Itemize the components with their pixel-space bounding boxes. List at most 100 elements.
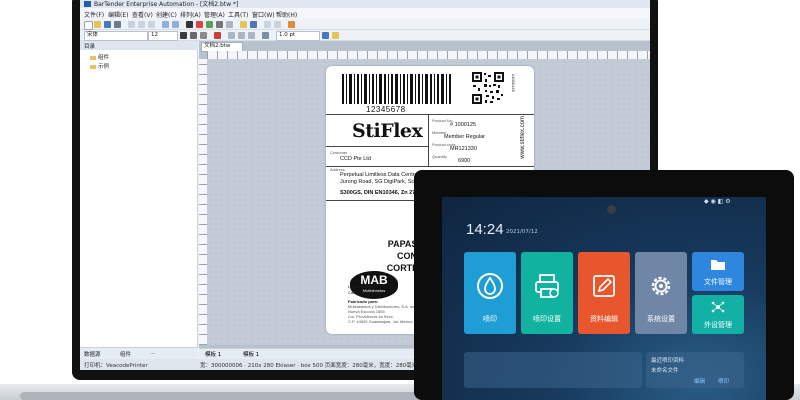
bold-icon[interactable] <box>180 32 187 39</box>
tile-system-settings[interactable]: 系统设置 <box>635 252 687 334</box>
page-status: 宽：300000006 · 210x 280 Eklaser · box 500… <box>200 363 418 369</box>
label-divider <box>326 166 534 167</box>
menu-view[interactable]: 查看(V) <box>132 10 153 19</box>
tile-file-manager[interactable]: 文件管理 <box>692 252 744 291</box>
clock-date: 2021/07/12 <box>506 229 538 235</box>
label-divider <box>428 114 429 166</box>
edit-icon <box>593 275 615 297</box>
member-value: Member Regular <box>444 134 485 140</box>
app-logo-icon <box>84 1 91 7</box>
italic-icon[interactable] <box>190 32 197 39</box>
qr-side-text: #1000125 <box>511 74 516 92</box>
folder-icon <box>711 260 725 270</box>
tile-print-label: 喷印 <box>483 315 497 323</box>
label-divider <box>326 146 428 147</box>
status-icons: ◆ ◉ ◧ ⚙ <box>704 198 731 205</box>
save-icon[interactable] <box>104 21 111 28</box>
tile-peripheral-manager[interactable]: 外设管理 <box>692 295 744 334</box>
barcode-image <box>342 74 451 104</box>
zoom-out-icon[interactable] <box>274 21 281 28</box>
edit-button[interactable]: 编辑 <box>694 377 705 385</box>
website-text: www.stiflex.com <box>520 116 526 159</box>
align-right-icon[interactable] <box>248 32 255 39</box>
align-center-icon[interactable] <box>238 32 245 39</box>
menu-create[interactable]: 创建(C) <box>156 10 177 19</box>
folder-icon <box>90 55 96 60</box>
template-tab-1[interactable]: 模板 1 <box>205 350 221 358</box>
tile-system-settings-label: 系统设置 <box>647 315 675 323</box>
rotate-icon[interactable] <box>262 32 269 39</box>
zoom-in-icon[interactable] <box>264 21 271 28</box>
line-tool-icon[interactable] <box>216 21 223 28</box>
tile-data-edit[interactable]: 资料编辑 <box>578 252 630 334</box>
fab-line-4: C.P. 44639 Guadalajara, Jal. Mexico <box>348 319 413 324</box>
title-bar: BarTender Enterprise Automation - [文档2.b… <box>80 0 650 8</box>
main-toolbar <box>80 19 650 30</box>
tab-data-sources[interactable]: 数据源 <box>84 350 101 358</box>
address-line-3: S300GS, DIN EN10346, Zn 275 <box>340 190 419 196</box>
undo-icon[interactable] <box>162 21 169 28</box>
menu-file[interactable]: 文件(F) <box>84 10 104 19</box>
menu-help[interactable]: 帮助(H) <box>276 10 297 19</box>
ink-drop-icon <box>477 273 503 299</box>
lote-text: Lote: 2023. 12.12 <box>348 284 380 289</box>
menu-window[interactable]: 窗口(W) <box>252 10 275 19</box>
panel-header: 目录 <box>80 41 198 50</box>
align-left-icon[interactable] <box>228 32 235 39</box>
font-size-select[interactable]: 12 <box>148 31 178 41</box>
print-preview-icon[interactable] <box>250 21 257 28</box>
menu-edit[interactable]: 编辑(E) <box>108 10 128 19</box>
vertical-ruler <box>199 59 207 345</box>
underline-icon[interactable] <box>200 32 207 39</box>
help-icon[interactable] <box>288 21 295 28</box>
open-icon[interactable] <box>94 21 101 28</box>
line-width-select[interactable]: 1.0 pt <box>276 31 320 41</box>
gear-icon <box>651 276 671 296</box>
box-tool-icon[interactable] <box>226 21 233 28</box>
picture-tool-icon[interactable] <box>206 21 213 28</box>
folder-icon <box>90 64 96 69</box>
tile-data-edit-label: 资料编辑 <box>590 315 618 323</box>
font-color-icon[interactable] <box>214 32 221 39</box>
tab-more[interactable]: … <box>150 350 156 356</box>
redo-icon[interactable] <box>172 21 179 28</box>
text-tool-icon[interactable] <box>196 21 203 28</box>
window-title: BarTender Enterprise Automation - [文档2.b… <box>94 1 239 8</box>
tree-item-examples[interactable]: 示例 <box>90 62 109 70</box>
menu-arrange[interactable]: 排列(A) <box>180 10 201 19</box>
cut-icon[interactable] <box>128 21 135 28</box>
product-no-value: # 1000125 <box>450 122 476 128</box>
toolbox-panel: 目录 组件 示例 数据源 组件 … <box>80 41 198 359</box>
menu-manage[interactable]: 管理(A) <box>204 10 225 19</box>
tree-item-components[interactable]: 组件 <box>90 53 109 61</box>
print-button[interactable]: 喷印 <box>718 377 729 385</box>
tile-print-settings-label: 喷印设置 <box>533 315 561 323</box>
customer-label: Customer <box>330 150 348 155</box>
font-name-select[interactable]: 宋体 <box>84 31 148 41</box>
qr-code-image <box>472 72 504 104</box>
preview-panel <box>464 352 642 388</box>
barcode-tool-icon[interactable] <box>186 21 193 28</box>
tile-print-settings[interactable]: 喷印设置 <box>521 252 573 334</box>
database-icon[interactable] <box>240 21 247 28</box>
recent-file[interactable]: 未命名文件 <box>651 366 679 374</box>
tile-file-manager-label: 文件管理 <box>704 278 732 286</box>
print-icon[interactable] <box>114 21 121 28</box>
menu-tools[interactable]: 工具(T) <box>228 10 248 19</box>
line-color-icon[interactable] <box>322 32 329 39</box>
tab-components[interactable]: 组件 <box>120 350 131 358</box>
panel-title: 目录 <box>84 44 96 50</box>
tile-print[interactable]: 喷印 <box>464 252 516 334</box>
label-divider <box>326 114 534 115</box>
barcode-number: 12345678 <box>366 105 406 114</box>
copy-icon[interactable] <box>138 21 145 28</box>
clock-time: 14:24 <box>466 221 504 238</box>
template-tab-2[interactable]: 模板 1 <box>243 350 259 358</box>
network-icon <box>711 301 725 313</box>
mr-value: MR121330 <box>450 146 477 152</box>
fill-color-icon[interactable] <box>332 32 339 39</box>
paste-icon[interactable] <box>148 21 155 28</box>
new-icon[interactable] <box>84 21 93 30</box>
address-line-1: Perpetual Limitless Data Centre ( <box>340 172 422 178</box>
format-toolbar: 宋体 12 1.0 pt <box>80 30 650 41</box>
